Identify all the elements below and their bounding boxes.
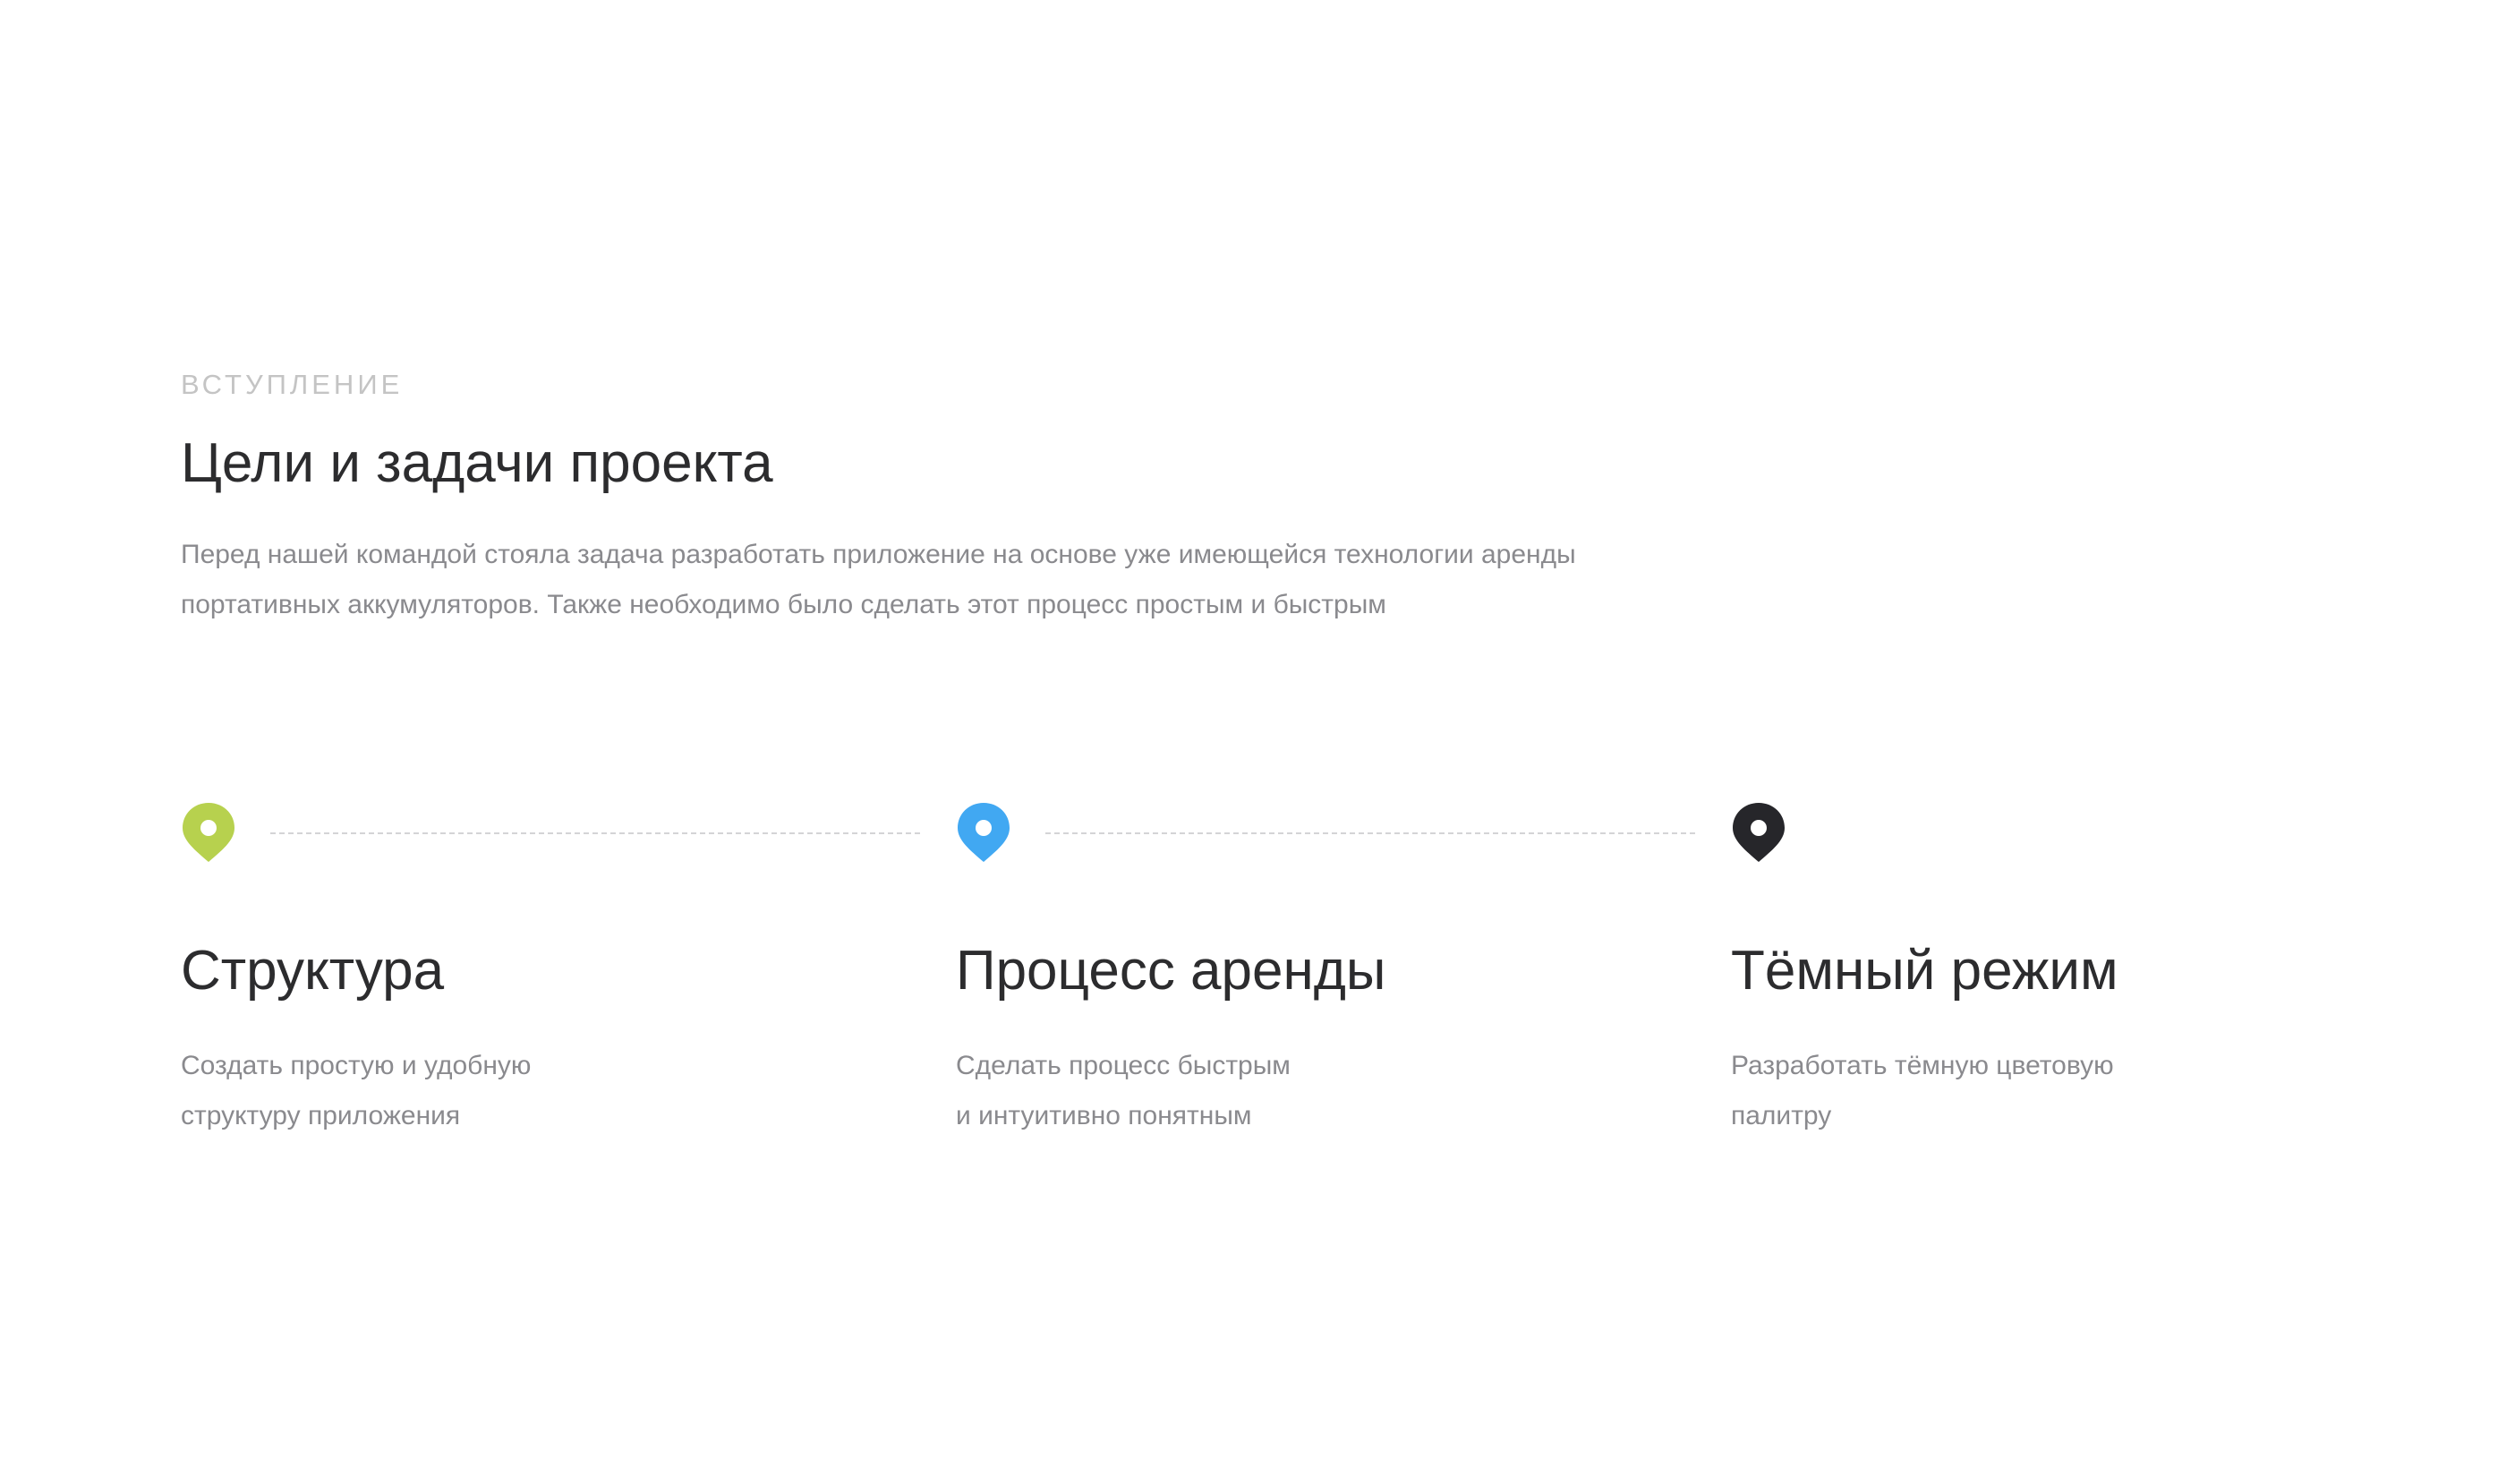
map-pin-icon [958,803,1010,862]
goal-title: Тёмный режим [1731,940,2118,1002]
goal-title: Структура [181,940,445,1002]
section-title: Цели и задачи проекта [181,432,773,494]
timeline-connector [1045,832,1695,834]
map-pin-icon [183,803,234,862]
map-pin-icon [1733,803,1785,862]
goals-timeline: Структура Создать простую и удобную стру… [181,801,2506,1159]
goal-description: Сделать процесс быстрым и интуитивно пон… [956,1051,1291,1130]
section-eyebrow: ВСТУПЛЕНИЕ [181,369,404,400]
intro-section: ВСТУПЛЕНИЕ Цели и задачи проекта Перед н… [181,367,1792,630]
goal-description: Создать простую и удобную структуру прил… [181,1051,532,1130]
goal-title: Процесс аренды [956,940,1386,1002]
timeline-connector [270,832,920,834]
goal-description: Разработать тёмную цветовую палитру [1731,1051,2114,1130]
section-description: Перед нашей командой стояла задача разра… [181,540,1576,619]
